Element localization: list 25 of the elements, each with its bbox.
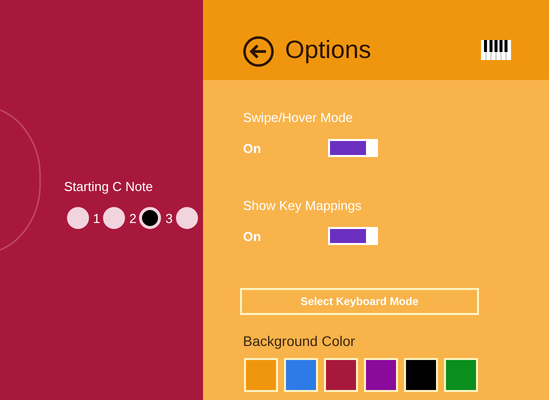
select-mode-button[interactable]: Select Keyboard Mode	[240, 288, 479, 315]
color-swatch[interactable]	[244, 358, 278, 392]
back-icon[interactable]	[243, 36, 274, 66]
radio-label: 3	[165, 210, 173, 226]
radio-button[interactable]	[139, 207, 162, 229]
section-label: Background Color	[243, 333, 356, 349]
toggle-switch[interactable]	[328, 227, 378, 245]
radio-label: 2	[129, 210, 136, 226]
setting-label: Show Key Mappings	[243, 198, 363, 215]
toggle-state: On	[243, 140, 262, 156]
piano-icon[interactable]	[481, 40, 511, 60]
radio-button[interactable]	[103, 207, 126, 229]
setting-label: Starting C Note	[64, 179, 154, 196]
color-swatch[interactable]	[324, 358, 358, 392]
radio-button[interactable]	[67, 207, 89, 229]
toggle-state: On	[243, 228, 262, 244]
color-swatch[interactable]	[364, 358, 398, 392]
color-swatch[interactable]	[444, 358, 478, 392]
toggle-switch[interactable]	[328, 139, 378, 157]
setting-label: Swipe/Hover Mode	[243, 110, 354, 127]
radio-label: 1	[93, 210, 100, 226]
color-swatch[interactable]	[284, 358, 318, 392]
page-title: Options	[285, 36, 372, 64]
radio-button[interactable]	[176, 207, 198, 229]
color-swatch[interactable]	[404, 358, 438, 392]
